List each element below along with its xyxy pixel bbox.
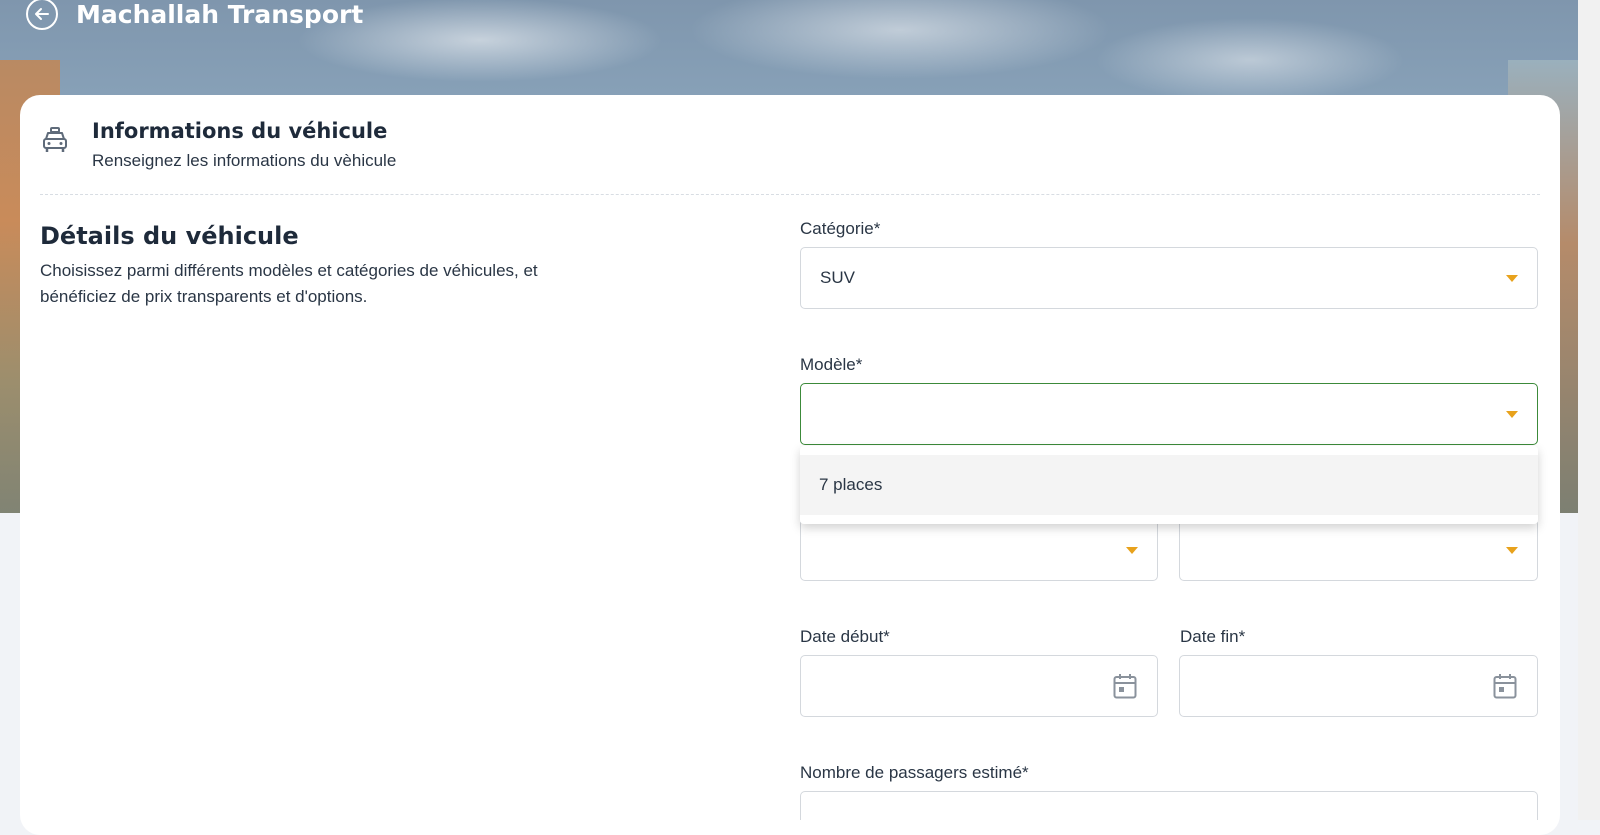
section-divider: [40, 194, 1540, 195]
chevron-down-icon: [1506, 547, 1518, 554]
date-fin-label: Date fin*: [1180, 627, 1246, 646]
date-debut-label: Date début*: [800, 627, 890, 646]
arrow-left-icon: [35, 8, 49, 20]
taxi-car-icon: [43, 127, 67, 152]
modele-select[interactable]: [800, 383, 1538, 445]
card-subtitle: Renseignez les informations du vèhicule: [92, 151, 397, 170]
categorie-value: SUV: [820, 268, 855, 287]
page-scrollbar[interactable]: [1578, 0, 1600, 820]
card-title: Informations du véhicule: [92, 119, 388, 143]
section-title: Détails du véhicule: [40, 222, 299, 250]
calendar-icon[interactable]: [1113, 673, 1137, 699]
date-debut-input[interactable]: [800, 655, 1158, 717]
categorie-label: Catégorie*: [800, 219, 881, 238]
card-header: Informations du véhicule Renseignez les …: [40, 119, 396, 171]
categorie-select[interactable]: SUV: [800, 247, 1538, 309]
modele-dropdown-menu: 7 places: [800, 446, 1538, 524]
chevron-down-icon: [1126, 547, 1138, 554]
calendar-icon[interactable]: [1493, 673, 1517, 699]
top-bar: Machallah Transport: [26, 0, 363, 34]
modele-label: Modèle*: [800, 355, 863, 374]
select-left[interactable]: [800, 519, 1158, 581]
date-fin-input[interactable]: [1179, 655, 1538, 717]
passagers-label: Nombre de passagers estimé*: [800, 763, 1029, 782]
modele-option[interactable]: 7 places: [800, 455, 1538, 515]
chevron-down-icon: [1506, 411, 1518, 418]
section-description: Choisissez parmi différents modèles et c…: [40, 261, 538, 306]
modele-option-label: 7 places: [819, 475, 883, 494]
select-right[interactable]: [1179, 519, 1538, 581]
chevron-down-icon: [1506, 275, 1518, 282]
passagers-input[interactable]: [800, 791, 1538, 820]
app-title: Machallah Transport: [76, 0, 364, 29]
back-button[interactable]: [26, 0, 58, 30]
